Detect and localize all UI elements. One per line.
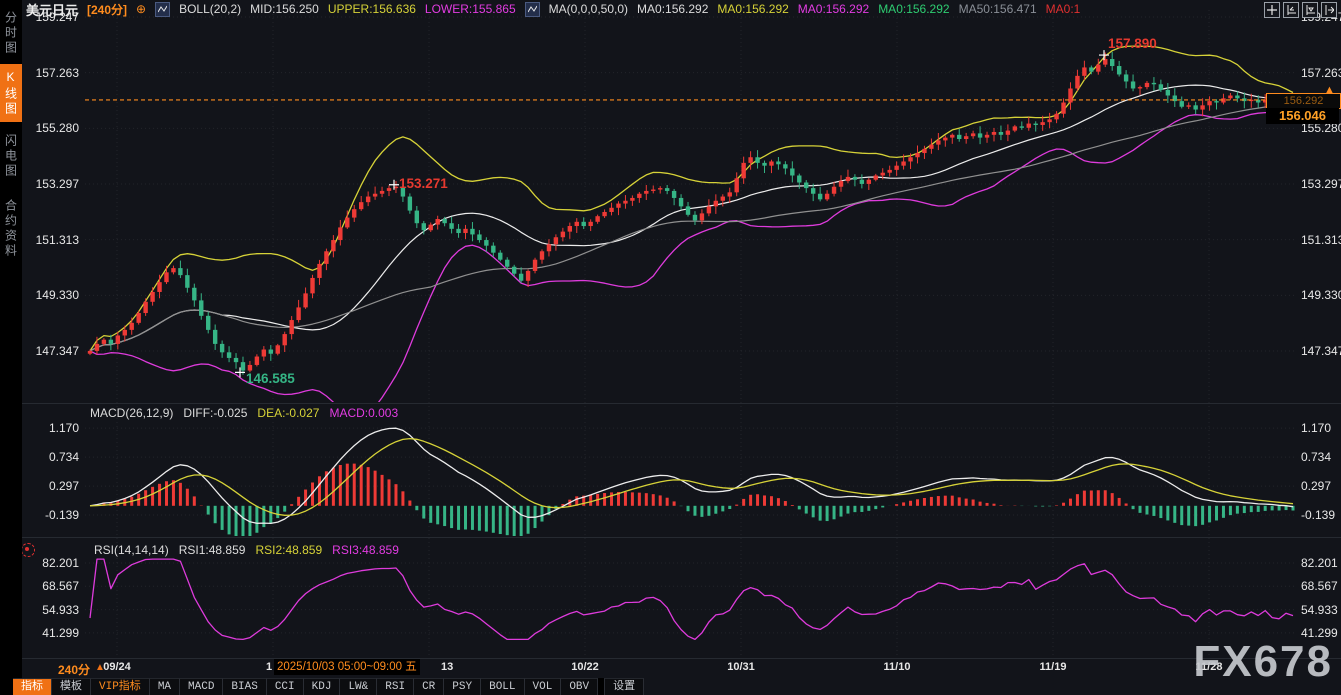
chart-window-controls — [1264, 2, 1337, 18]
macd-hist-value: MACD:0.003 — [329, 406, 398, 420]
x-label-fragment-right: 13 — [441, 661, 453, 673]
date-tooltip: 2025/10/03 05:00~09:00 五 — [274, 659, 420, 675]
toolbar-item-rsi[interactable]: RSI — [377, 678, 414, 695]
x-axis-label: 09/24 — [103, 661, 131, 673]
macd-pane-header: MACD(26,12,9) DIFF:-0.025 DEA:-0.027 MAC… — [90, 406, 398, 420]
x-axis-label: 10/31 — [727, 661, 755, 673]
toolbar-item-obv[interactable]: OBV — [561, 678, 598, 695]
ma0-white-value: MA0:156.292 — [637, 2, 708, 16]
boll-label: BOLL(20,2) — [179, 2, 241, 16]
period-label[interactable]: [240分] — [87, 1, 127, 18]
toolbar-item-cr[interactable]: CR — [414, 678, 444, 695]
sidebar-item-lightning-chart[interactable]: 闪电图 — [0, 126, 22, 186]
symbol-name: 美元日元 — [26, 0, 78, 19]
chart-header: 美元日元 [240分] ⊕ BOLL(20,2) MID:156.250 UPP… — [26, 1, 1080, 17]
rsi2-value: RSI2:48.859 — [255, 543, 322, 557]
toolbar-item-bias[interactable]: BIAS — [223, 678, 266, 695]
chart-canvas[interactable] — [0, 0, 1341, 660]
chart-type-sidebar: 分时图 K线图 闪电图 合约资料 — [0, 0, 22, 695]
sidebar-item-candlestick-chart[interactable]: K线图 — [0, 64, 22, 122]
crosshair-icon[interactable] — [1264, 2, 1280, 18]
ma0-yellow-value: MA0:156.292 — [717, 2, 788, 16]
macd-dea-value: DEA:-0.027 — [257, 406, 319, 420]
macd-diff-value: DIFF:-0.025 — [183, 406, 247, 420]
macd-label: MACD(26,12,9) — [90, 406, 173, 420]
x-axis-label: 11/19 — [1040, 661, 1067, 673]
x-label-fragment-left: 1 — [266, 661, 272, 673]
add-icon[interactable]: ⊕ — [136, 2, 146, 16]
fx678-watermark: FX678 — [1193, 637, 1333, 687]
x-axis-label: 10/22 — [571, 661, 599, 673]
sidebar-item-contract-info[interactable]: 合约资料 — [0, 190, 22, 268]
boll-mid-value: MID:156.250 — [250, 2, 319, 16]
toolbar-item-template[interactable]: 模板 — [52, 678, 91, 695]
x-axis-label: 11/10 — [884, 661, 911, 673]
ma0-magenta-value: MA0:156.292 — [798, 2, 869, 16]
toolbar-item-cci[interactable]: CCI — [267, 678, 304, 695]
indicator-toolbar: 指标 模板 VIP指标 MA MACD BIAS CCI KDJ LW& RSI… — [13, 678, 644, 695]
boll-upper-value: UPPER:156.636 — [328, 2, 416, 16]
toolbar-item-ma[interactable]: MA — [150, 678, 180, 695]
bid-price-label: 156.046 — [1266, 108, 1339, 124]
boll-indicator-icon[interactable] — [155, 2, 170, 17]
high-price-annotation: 157.890 — [1108, 36, 1157, 51]
ma0-red-value: MA0:1 — [1046, 2, 1081, 16]
period-selector[interactable]: 240分 — [58, 661, 90, 678]
rsi-label: RSI(14,14,14) — [94, 543, 169, 557]
ma-indicator-icon[interactable] — [525, 2, 540, 17]
toolbar-item-psy[interactable]: PSY — [444, 678, 481, 695]
axis-right-icon[interactable] — [1302, 2, 1318, 18]
ma50-value: MA50:156.471 — [959, 2, 1037, 16]
ma-label: MA(0,0,0,50,0) — [549, 2, 628, 16]
peak-price-annotation: 153.271 — [399, 176, 448, 191]
toolbar-item-indicator[interactable]: 指标 — [13, 678, 52, 695]
rsi3-value: RSI3:48.859 — [332, 543, 399, 557]
toolbar-item-vol[interactable]: VOL — [525, 678, 562, 695]
rsi1-value: RSI1:48.859 — [179, 543, 246, 557]
axis-left-icon[interactable] — [1283, 2, 1299, 18]
exit-right-icon[interactable] — [1321, 2, 1337, 18]
toolbar-item-lwr[interactable]: LW& — [340, 678, 377, 695]
toolbar-item-vip-indicator[interactable]: VIP指标 — [91, 678, 150, 695]
trading-app-window: 分时图 K线图 闪电图 合约资料 美元日元 [240分] ⊕ BOLL(20,2… — [0, 0, 1341, 695]
toolbar-item-macd[interactable]: MACD — [180, 678, 223, 695]
toolbar-item-settings[interactable]: 设置 — [604, 678, 644, 695]
sidebar-item-timeline-chart[interactable]: 分时图 — [0, 4, 22, 62]
boll-lower-value: LOWER:155.865 — [425, 2, 516, 16]
toolbar-item-kdj[interactable]: KDJ — [304, 678, 341, 695]
rsi-pane-header: RSI(14,14,14) RSI1:48.859 RSI2:48.859 RS… — [94, 543, 399, 557]
price-arrow-icon: ▲ — [1324, 84, 1335, 96]
alert-marker-icon[interactable] — [21, 543, 35, 557]
ma0-green-value: MA0:156.292 — [878, 2, 949, 16]
toolbar-item-boll[interactable]: BOLL — [481, 678, 524, 695]
low-price-annotation: 146.585 — [246, 371, 295, 386]
